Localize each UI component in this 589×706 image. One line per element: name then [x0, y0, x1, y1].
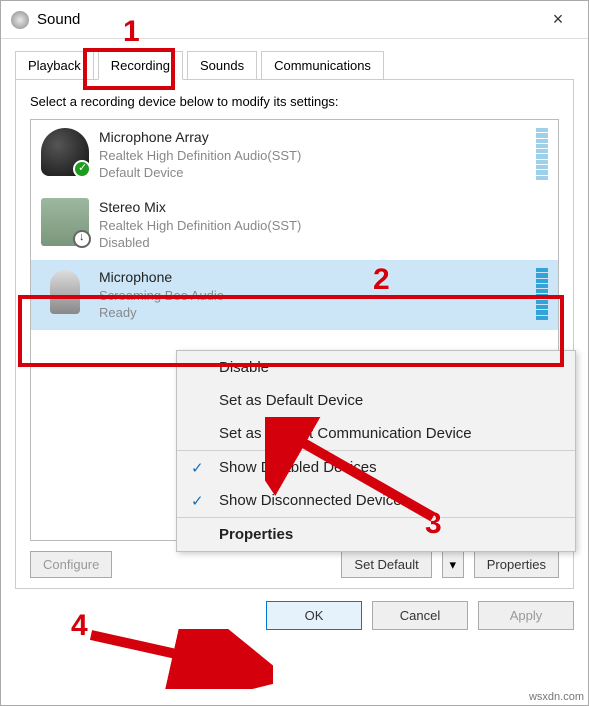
configure-button[interactable]: Configure — [30, 551, 112, 578]
device-driver: Screaming Bee Audio — [99, 287, 520, 305]
device-status: Ready — [99, 304, 520, 322]
default-badge-icon — [73, 160, 91, 178]
watermark: wsxdn.com — [529, 691, 584, 703]
cancel-button[interactable]: Cancel — [372, 601, 468, 630]
close-button[interactable]: × — [538, 9, 578, 30]
device-row-selected[interactable]: Microphone Screaming Bee Audio Ready — [31, 260, 558, 330]
chevron-down-icon: ▾ — [449, 557, 456, 573]
microphone-array-icon — [41, 128, 89, 176]
menu-set-default[interactable]: Set as Default Device — [177, 384, 575, 417]
set-default-dropdown[interactable]: ▾ — [442, 551, 464, 578]
device-row[interactable]: Microphone Array Realtek High Definition… — [31, 120, 558, 190]
arrow-4-icon — [83, 629, 273, 689]
device-driver: Realtek High Definition Audio(SST) — [99, 217, 548, 235]
sound-dialog: Sound × Playback Recording Sounds Commun… — [0, 0, 589, 706]
device-name: Stereo Mix — [99, 198, 548, 217]
level-meter-icon — [536, 128, 548, 180]
instruction-text: Select a recording device below to modif… — [30, 94, 559, 109]
check-icon: ✓ — [191, 459, 204, 477]
device-driver: Realtek High Definition Audio(SST) — [99, 147, 520, 165]
properties-button[interactable]: Properties — [474, 551, 559, 578]
device-name: Microphone — [99, 268, 520, 287]
level-meter-icon — [536, 268, 548, 320]
titlebar: Sound × — [1, 1, 588, 39]
disabled-badge-icon — [73, 230, 91, 248]
device-status: Disabled — [99, 234, 548, 252]
callout-1: 1 — [123, 15, 140, 49]
tab-recording[interactable]: Recording — [98, 51, 183, 80]
apply-button[interactable]: Apply — [478, 601, 574, 630]
ok-button[interactable]: OK — [266, 601, 362, 630]
menu-disable[interactable]: Disable — [177, 351, 575, 384]
callout-2: 2 — [373, 263, 390, 297]
tab-sounds[interactable]: Sounds — [187, 51, 257, 80]
device-info: Microphone Array Realtek High Definition… — [99, 128, 520, 182]
panel-buttons: Configure Set Default ▾ Properties — [30, 551, 559, 578]
check-icon: ✓ — [191, 492, 204, 510]
window-title: Sound — [37, 11, 538, 28]
tab-playback[interactable]: Playback — [15, 51, 94, 80]
sound-card-icon — [41, 198, 89, 246]
microphone-icon — [41, 268, 89, 316]
device-name: Microphone Array — [99, 128, 520, 147]
arrow-3-icon — [265, 417, 441, 537]
speaker-icon — [11, 11, 29, 29]
set-default-button[interactable]: Set Default — [341, 551, 431, 578]
device-info: Stereo Mix Realtek High Definition Audio… — [99, 198, 548, 252]
device-status: Default Device — [99, 164, 520, 182]
device-row[interactable]: Stereo Mix Realtek High Definition Audio… — [31, 190, 558, 260]
device-info: Microphone Screaming Bee Audio Ready — [99, 268, 520, 322]
tab-strip: Playback Recording Sounds Communications — [15, 51, 574, 80]
tab-communications[interactable]: Communications — [261, 51, 384, 80]
